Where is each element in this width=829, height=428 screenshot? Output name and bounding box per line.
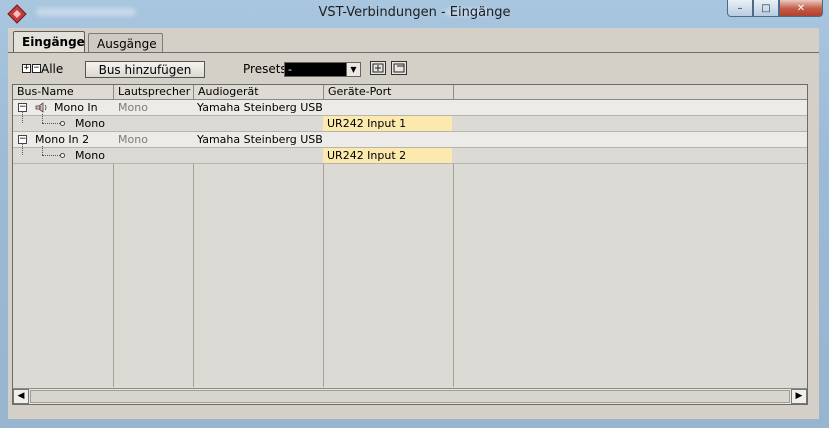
add-bus-button[interactable]: Bus hinzufügen	[85, 61, 205, 78]
table-row[interactable]: − Mono In 2 Mono Yamaha Steinberg USB A	[13, 132, 807, 148]
tree-line	[42, 114, 43, 123]
remove-preset-icon[interactable]	[391, 61, 407, 75]
tab-eingaenge[interactable]: Eingänge	[13, 31, 85, 54]
window-frame: VST-Verbindungen - Eingänge – □ ✕ Eingän…	[0, 0, 829, 428]
audio-device[interactable]: Yamaha Steinberg USB A	[197, 132, 322, 147]
speaker-config[interactable]: Mono	[118, 132, 148, 147]
horizontal-scrollbar[interactable]: ◀ ▶	[13, 388, 807, 404]
audio-device[interactable]: Yamaha Steinberg USB A	[197, 100, 322, 115]
collapse-icon[interactable]: −	[18, 135, 27, 144]
scroll-left-icon[interactable]: ◀	[13, 389, 29, 404]
collapse-icon[interactable]: −	[18, 103, 27, 112]
column-header-speaker[interactable]: Lautsprecher	[114, 85, 194, 99]
bus-name: Mono In 2	[35, 133, 90, 146]
client-area: Eingänge Ausgänge + − Alle Bus hinzufüge…	[8, 28, 819, 419]
scroll-right-icon[interactable]: ▶	[791, 389, 807, 404]
tree-line	[42, 146, 43, 155]
speaker-config[interactable]: Mono	[118, 100, 148, 115]
chevron-down-icon[interactable]: ▼	[346, 63, 360, 76]
store-preset-icon[interactable]	[370, 61, 386, 75]
bus-table: Bus-Name Lautsprecher Audiogerät Geräte-…	[12, 84, 808, 405]
title-bar[interactable]: VST-Verbindungen - Eingänge – □ ✕	[0, 0, 829, 26]
tree-line	[42, 123, 60, 124]
channel-node-icon	[60, 153, 65, 158]
scroll-thumb[interactable]	[30, 390, 790, 403]
bus-name: Mono In	[54, 101, 98, 114]
column-header-device-port[interactable]: Geräte-Port	[324, 85, 454, 99]
minimize-button[interactable]: –	[727, 0, 753, 17]
device-port-cell[interactable]: UR242 Input 1	[323, 116, 452, 131]
column-header-bus-name[interactable]: Bus-Name	[13, 85, 114, 99]
expand-all-icon[interactable]: +	[22, 64, 31, 73]
window-title: VST-Verbindungen - Eingänge	[318, 5, 511, 20]
toolbar: + − Alle Bus hinzufügen Presets - ▼	[14, 61, 814, 81]
presets-label: Presets	[243, 62, 287, 76]
tree-line	[22, 112, 23, 123]
window-controls: – □ ✕	[727, 0, 823, 18]
table-header: Bus-Name Lautsprecher Audiogerät Geräte-…	[13, 85, 807, 100]
table-row[interactable]: Mono UR242 Input 1	[13, 112, 807, 132]
column-header-audio-device[interactable]: Audiogerät	[194, 85, 324, 99]
all-label: Alle	[41, 62, 64, 76]
presets-dropdown[interactable]: - ▼	[284, 62, 361, 77]
channel-node-icon	[60, 121, 65, 126]
connections-panel: + − Alle Bus hinzufügen Presets - ▼ Bus-…	[8, 53, 819, 419]
close-button[interactable]: ✕	[779, 0, 823, 17]
tab-ausgaenge[interactable]: Ausgänge	[88, 33, 163, 53]
speaker-icon	[35, 102, 47, 113]
table-row[interactable]: − Mono In Mono Yamaha Steinberg USB A	[13, 100, 807, 116]
device-port-cell[interactable]: UR242 Input 2	[323, 148, 452, 163]
channel-name: Mono	[75, 149, 105, 162]
presets-value: -	[288, 63, 292, 76]
channel-name: Mono	[75, 117, 105, 130]
collapse-all-icon[interactable]: −	[32, 64, 41, 73]
tree-line	[42, 155, 60, 156]
table-row[interactable]: Mono UR242 Input 2	[13, 144, 807, 164]
tree-line	[22, 144, 23, 155]
maximize-button[interactable]: □	[753, 0, 779, 17]
